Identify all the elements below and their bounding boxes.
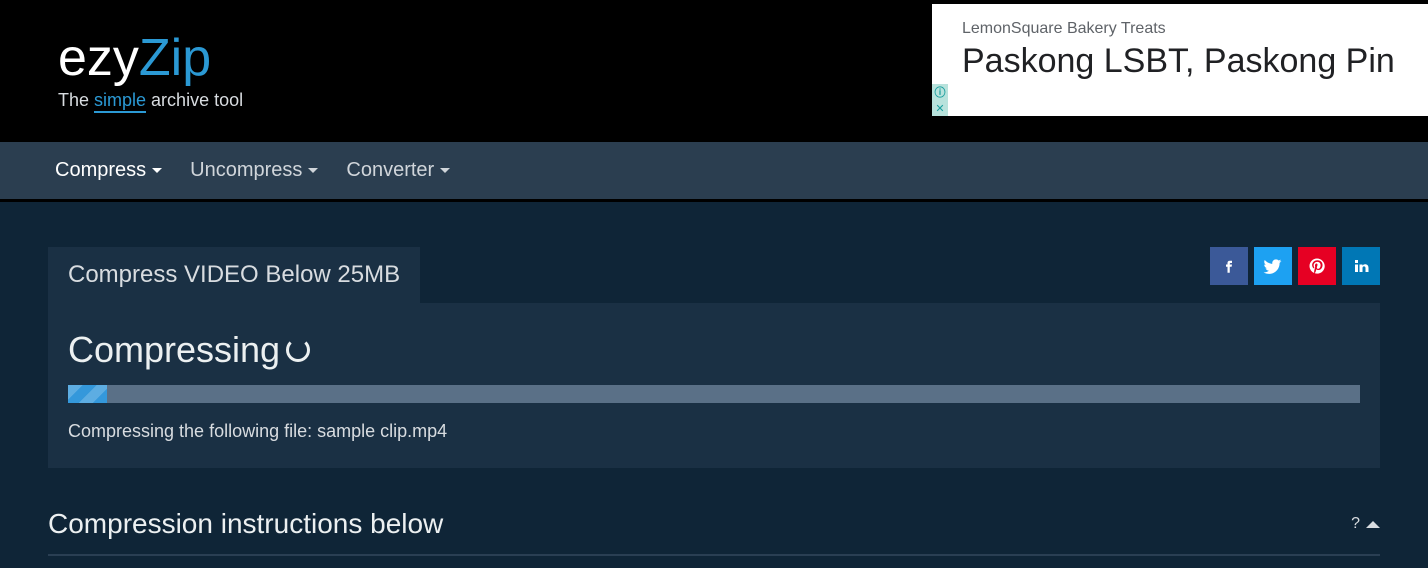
help-icon: ? xyxy=(1351,515,1360,533)
instructions-title: Compression instructions below xyxy=(48,508,443,540)
nav-uncompress-label: Uncompress xyxy=(190,159,302,182)
chevron-up-icon xyxy=(1366,521,1380,528)
progress-bar xyxy=(68,385,1360,403)
logo-text-ezy: ezy xyxy=(58,29,139,87)
progress-fill xyxy=(68,385,107,403)
nav-compress[interactable]: Compress xyxy=(55,159,162,182)
tab-header[interactable]: Compress VIDEO Below 25MB xyxy=(48,247,420,303)
spinner-icon xyxy=(286,338,310,362)
main-content: Compress VIDEO Below 25MB Compressing Co… xyxy=(0,202,1428,556)
nav-compress-label: Compress xyxy=(55,159,146,182)
pinterest-button[interactable] xyxy=(1298,247,1336,285)
twitter-icon xyxy=(1263,256,1283,276)
twitter-button[interactable] xyxy=(1254,247,1292,285)
linkedin-button[interactable] xyxy=(1342,247,1380,285)
ad-subtitle: LemonSquare Bakery Treats xyxy=(962,20,1428,38)
compressing-label: Compressing xyxy=(68,329,280,371)
ad-badge[interactable]: ⓘ ✕ xyxy=(932,84,948,116)
facebook-button[interactable] xyxy=(1210,247,1248,285)
linkedin-icon xyxy=(1352,257,1370,275)
instructions-row[interactable]: Compression instructions below ? xyxy=(48,508,1380,556)
tagline-simple: simple xyxy=(94,90,146,113)
tab-title: Compress VIDEO Below 25MB xyxy=(68,261,400,288)
logo: ezyZip xyxy=(58,32,243,84)
logo-container[interactable]: ezyZip The simple archive tool xyxy=(58,32,243,111)
nav-converter[interactable]: Converter xyxy=(346,159,450,182)
content-top-row: Compress VIDEO Below 25MB xyxy=(48,247,1380,303)
instructions-toggle[interactable]: ? xyxy=(1351,515,1380,533)
compressing-title: Compressing xyxy=(68,329,1360,371)
tagline-suffix: archive tool xyxy=(146,90,243,110)
ad-title: Paskong LSBT, Paskong Pin xyxy=(962,42,1428,81)
navbar: Compress Uncompress Converter xyxy=(0,142,1428,202)
ad-banner[interactable]: ⓘ ✕ LemonSquare Bakery Treats Paskong LS… xyxy=(932,4,1428,116)
pinterest-icon xyxy=(1308,257,1326,275)
app-header: ezyZip The simple archive tool ⓘ ✕ Lemon… xyxy=(0,0,1428,142)
chevron-down-icon xyxy=(440,168,450,173)
logo-text-zip: Zip xyxy=(139,29,211,87)
social-buttons xyxy=(1210,247,1380,285)
tagline-prefix: The xyxy=(58,90,94,110)
chevron-down-icon xyxy=(152,168,162,173)
nav-converter-label: Converter xyxy=(346,159,434,182)
ad-info-icon[interactable]: ⓘ xyxy=(932,84,948,100)
progress-panel: Compressing Compressing the following fi… xyxy=(48,303,1380,468)
nav-uncompress[interactable]: Uncompress xyxy=(190,159,318,182)
progress-status: Compressing the following file: sample c… xyxy=(68,421,1360,442)
facebook-icon xyxy=(1220,257,1238,275)
ad-close-icon[interactable]: ✕ xyxy=(932,100,948,116)
tagline: The simple archive tool xyxy=(58,90,243,111)
chevron-down-icon xyxy=(308,168,318,173)
